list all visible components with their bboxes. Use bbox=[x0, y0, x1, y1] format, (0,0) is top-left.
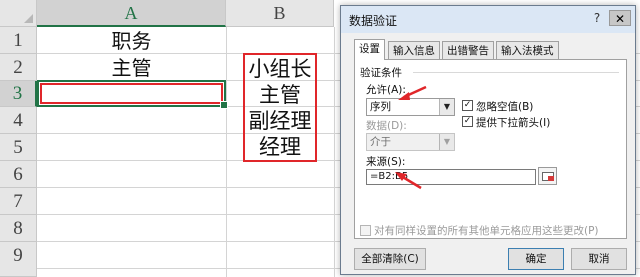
in-cell-dropdown-checkbox[interactable]: ✓ bbox=[462, 116, 473, 127]
range-select-icon[interactable] bbox=[538, 167, 557, 185]
apply-all-checkbox bbox=[360, 225, 371, 236]
cell-a2[interactable]: 主管 bbox=[37, 55, 226, 81]
cell-b3[interactable]: 主管 bbox=[243, 82, 317, 108]
row-header-4[interactable]: 4 bbox=[0, 107, 37, 134]
apply-all-label: 对有同样设置的所有其他单元格应用这些更改(P) bbox=[374, 225, 599, 237]
column-header-b[interactable]: B bbox=[226, 0, 334, 27]
dialog-title: 数据验证 bbox=[349, 14, 398, 28]
clear-all-button[interactable]: 全部清除(C) bbox=[354, 248, 426, 270]
data-validation-dialog: 数据验证 ? ✕ 设置 输入信息 出错警告 输入法模式 验证条件 允许(A): … bbox=[340, 5, 636, 275]
row-header-3[interactable]: 3 bbox=[0, 81, 37, 107]
annotation-highlight-box bbox=[40, 83, 223, 104]
cell-b2[interactable]: 小组长 bbox=[243, 56, 317, 82]
row-header-1[interactable]: 1 bbox=[0, 27, 37, 54]
source-input[interactable]: =B2:B5 bbox=[366, 169, 536, 185]
select-all-corner[interactable] bbox=[0, 0, 37, 27]
allow-label: 允许(A): bbox=[366, 84, 406, 96]
row-header-2[interactable]: 2 bbox=[0, 54, 37, 81]
group-divider bbox=[413, 72, 619, 73]
row-header-9[interactable]: 9 bbox=[0, 242, 37, 277]
ok-button[interactable]: 确定 bbox=[508, 248, 564, 270]
cell-b5[interactable]: 经理 bbox=[243, 134, 317, 160]
allow-select-value: 序列 bbox=[370, 101, 391, 113]
dialog-titlebar[interactable]: 数据验证 ? ✕ bbox=[341, 6, 635, 33]
column-gridline bbox=[334, 27, 335, 277]
data-select-value: 介于 bbox=[370, 136, 391, 148]
chevron-down-icon: ▼ bbox=[439, 134, 454, 150]
row-header-5[interactable]: 5 bbox=[0, 134, 37, 161]
help-button[interactable]: ? bbox=[587, 10, 607, 26]
fill-handle[interactable] bbox=[220, 101, 228, 109]
row-header-8[interactable]: 8 bbox=[0, 215, 37, 242]
chevron-down-icon[interactable]: ▼ bbox=[439, 99, 454, 115]
close-button[interactable]: ✕ bbox=[609, 10, 631, 26]
ignore-blank-label[interactable]: 忽略空值(B) bbox=[476, 99, 533, 114]
data-select: 介于 ▼ bbox=[366, 133, 455, 151]
ignore-blank-checkbox[interactable]: ✓ bbox=[462, 100, 473, 111]
tab-ime-mode[interactable]: 输入法模式 bbox=[496, 41, 559, 59]
settings-panel: 验证条件 允许(A): 序列 ▼ ✓ 忽略空值(B) ✓ 提供下拉箭头(I) 数… bbox=[354, 59, 627, 239]
tab-error-alert[interactable]: 出错警告 bbox=[442, 41, 494, 59]
cell-a1[interactable]: 职务 bbox=[37, 28, 226, 54]
column-header-a[interactable]: A bbox=[37, 0, 226, 27]
data-label: 数据(D): bbox=[366, 120, 407, 132]
cell-b4[interactable]: 副经理 bbox=[243, 108, 317, 134]
tab-settings[interactable]: 设置 bbox=[354, 39, 385, 60]
row-header-6[interactable]: 6 bbox=[0, 161, 37, 188]
source-label: 来源(S): bbox=[366, 156, 406, 168]
tab-input-message[interactable]: 输入信息 bbox=[388, 41, 440, 59]
validation-criteria-label: 验证条件 bbox=[360, 67, 402, 79]
in-cell-dropdown-label[interactable]: 提供下拉箭头(I) bbox=[476, 115, 550, 130]
cell-a3-selected[interactable] bbox=[37, 80, 228, 109]
column-gridline bbox=[226, 27, 227, 277]
allow-select[interactable]: 序列 ▼ bbox=[366, 98, 455, 116]
cancel-button[interactable]: 取消 bbox=[571, 248, 627, 270]
row-header-7[interactable]: 7 bbox=[0, 188, 37, 215]
